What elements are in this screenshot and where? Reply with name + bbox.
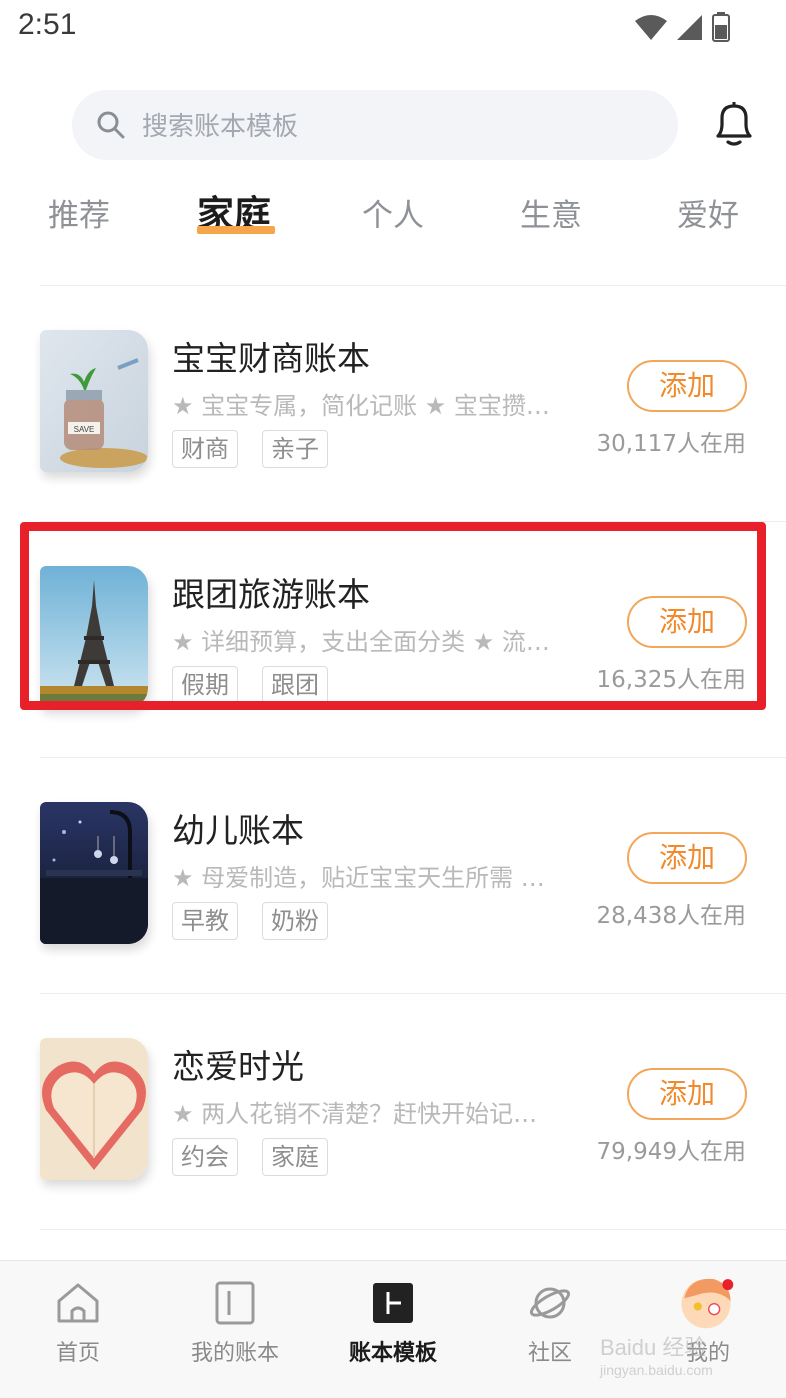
divider xyxy=(40,757,786,758)
template-desc: ★ 宝宝专属，简化记账 ★ 宝宝攒… xyxy=(172,392,550,420)
divider xyxy=(40,993,786,994)
book-icon xyxy=(215,1281,255,1325)
watermark-line1: Baidu 经验 xyxy=(600,1335,707,1360)
template-tag[interactable]: 奶粉 xyxy=(262,902,328,940)
highlight-box xyxy=(20,522,766,710)
baby-crib-image xyxy=(40,802,148,944)
nav-community[interactable]: 社区 xyxy=(490,1261,610,1381)
bell-icon[interactable] xyxy=(712,100,756,148)
tab-business[interactable]: 生意 xyxy=(520,190,582,235)
status-icons xyxy=(634,12,730,42)
template-title: 恋爱时光 xyxy=(172,1047,304,1086)
home-icon xyxy=(57,1283,99,1323)
tab-recommend[interactable]: 推荐 xyxy=(48,190,110,235)
wifi-icon xyxy=(635,15,667,40)
add-button[interactable]: 添加 xyxy=(627,832,747,884)
search-icon xyxy=(97,111,125,139)
watermark-line2: jingyan.baidu.com xyxy=(600,1362,713,1378)
template-tag[interactable]: 家庭 xyxy=(262,1138,328,1176)
user-count: 30,117人在用 xyxy=(596,431,746,457)
planet-icon xyxy=(529,1287,571,1319)
active-tab-underline xyxy=(197,226,275,234)
nav-label: 我的账本 xyxy=(190,1341,279,1366)
template-title: 幼儿账本 xyxy=(172,811,304,850)
template-icon xyxy=(373,1283,413,1323)
divider xyxy=(40,1229,786,1230)
savings-jar-image: SAVE xyxy=(40,330,148,472)
status-time: 2:51 xyxy=(18,8,77,41)
add-button[interactable]: 添加 xyxy=(627,360,747,412)
battery-icon xyxy=(712,12,730,42)
nav-label: 账本模板 xyxy=(348,1341,437,1366)
template-card[interactable]: 恋爱时光 ★ 两人花销不清楚？赶快开始记… 约会 家庭 添加 79,949人在用 xyxy=(0,1038,786,1198)
add-button[interactable]: 添加 xyxy=(627,1068,747,1120)
watermark: Baidu 经验 jingyan.baidu.com xyxy=(600,1330,713,1378)
paper-heart-image xyxy=(40,1038,148,1180)
nav-my-books[interactable]: 我的账本 xyxy=(175,1261,295,1381)
nav-label: 首页 xyxy=(55,1341,100,1366)
category-tabs: 推荐 家庭 个人 生意 爱好 xyxy=(0,190,786,250)
svg-text:SAVE: SAVE xyxy=(74,425,95,434)
divider xyxy=(40,285,786,286)
template-tag[interactable]: 早教 xyxy=(172,902,238,940)
tab-personal[interactable]: 个人 xyxy=(362,190,424,235)
nav-label: 社区 xyxy=(527,1341,572,1366)
tab-hobby[interactable]: 爱好 xyxy=(677,190,739,235)
template-card[interactable]: 幼儿账本 ★ 母爱制造，贴近宝宝天生所需 … 早教 奶粉 添加 28,438人在… xyxy=(0,802,786,962)
signal-icon xyxy=(677,15,702,40)
search-input[interactable]: 搜索账本模板 xyxy=(72,90,678,160)
template-tag[interactable]: 财商 xyxy=(172,430,238,468)
search-placeholder: 搜索账本模板 xyxy=(142,112,299,142)
nav-home[interactable]: 首页 xyxy=(18,1261,138,1381)
template-title: 宝宝财商账本 xyxy=(172,339,370,378)
user-count: 79,949人在用 xyxy=(596,1139,746,1165)
user-count: 28,438人在用 xyxy=(596,903,746,929)
status-bar: 2:51 xyxy=(0,0,786,56)
avatar-icon xyxy=(681,1278,734,1329)
template-tag[interactable]: 亲子 xyxy=(262,430,328,468)
nav-templates[interactable]: 账本模板 xyxy=(333,1261,453,1381)
template-tag[interactable]: 约会 xyxy=(172,1138,238,1176)
template-desc: ★ 母爱制造，贴近宝宝天生所需 … xyxy=(172,864,545,892)
template-desc: ★ 两人花销不清楚？赶快开始记… xyxy=(172,1100,538,1128)
template-card[interactable]: SAVE 宝宝财商账本 ★ 宝宝专属，简化记账 ★ 宝宝攒… 财商 亲子 添加 … xyxy=(0,330,786,490)
